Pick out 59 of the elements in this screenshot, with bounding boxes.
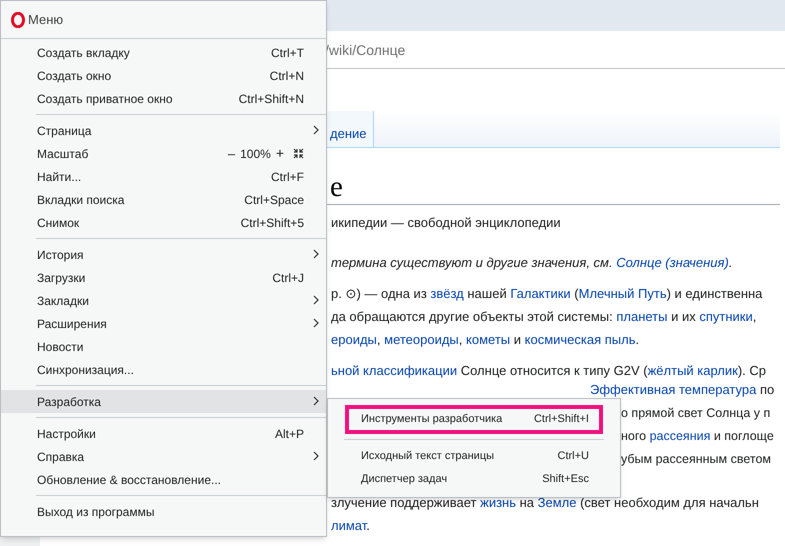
menu-item[interactable]: Разработка xyxy=(1,390,326,413)
article-link[interactable]: метеороиды xyxy=(384,332,459,347)
paragraph-line: лимат. xyxy=(331,517,371,535)
article-link[interactable]: планеты xyxy=(616,309,668,324)
paragraph-line: ного рассеяния и поглоще xyxy=(621,428,774,445)
article-tagline: икипедии — свободной энциклопедии xyxy=(331,214,562,232)
paragraph-line: ероиды, метеороиды, кометы и космическая пыль. xyxy=(331,331,640,349)
menu-item[interactable]: Закладки xyxy=(1,289,326,312)
article-link[interactable]: ьной классификации xyxy=(331,363,458,378)
menu-item[interactable]: Создать приватное окно Ctrl+Shift+N xyxy=(1,87,326,110)
menu-item-label: Масштаб xyxy=(37,146,90,162)
menu-item[interactable]: Расширения xyxy=(1,312,326,335)
article-link[interactable]: кометы xyxy=(466,332,510,347)
zoom-out-button[interactable]: – xyxy=(226,144,238,164)
article-link[interactable]: жизнь xyxy=(480,495,516,510)
menu-title: Меню xyxy=(28,10,64,29)
menu-item[interactable]: Настройки Alt+P xyxy=(1,422,326,445)
fullscreen-icon[interactable] xyxy=(293,148,304,159)
menu-item[interactable]: Снимок Ctrl+Shift+5 xyxy=(1,211,326,234)
paragraph-line: да обращаются другие объекты этой системы: планеты и их спутники, xyxy=(331,308,758,326)
paragraph-line: термина существуют и другие значения, см. Солнце (значения). xyxy=(331,254,734,272)
zoom-level: 100% xyxy=(239,146,272,162)
chevron-right-icon xyxy=(313,451,319,461)
menu-item[interactable]: История xyxy=(1,243,326,266)
article-link[interactable]: Млечный Путь xyxy=(578,286,667,301)
article-link[interactable]: Эффективная температура xyxy=(590,382,756,397)
submenu-item[interactable]: Исходный текст страницы Ctrl+U xyxy=(345,445,603,468)
chevron-right-icon xyxy=(313,249,319,259)
paragraph-line: р. ⊙) — одна из звёзд нашей Галактики (Млечный Путь) и единственна xyxy=(331,285,764,303)
chevron-right-icon xyxy=(313,318,319,328)
menu-item[interactable]: Новости xyxy=(1,335,326,358)
menu-item[interactable]: Страница xyxy=(1,119,326,142)
menu-item[interactable]: Выход из программы xyxy=(1,500,326,523)
article-link[interactable]: космическая пыль xyxy=(524,332,636,347)
opera-logo-icon xyxy=(11,12,25,28)
article-link[interactable]: Земле xyxy=(538,495,576,510)
article-link[interactable]: спутники xyxy=(699,309,753,324)
article-link[interactable]: лимат xyxy=(331,518,366,533)
menu-item[interactable]: Справка xyxy=(1,445,326,468)
submenu-item[interactable]: Инструменты разработчика Ctrl+Shift+I xyxy=(345,405,603,434)
article-link[interactable]: жёлтый карлик xyxy=(648,363,738,378)
paragraph-line: Эффективная температура по xyxy=(590,382,774,398)
article-link[interactable]: рассеяния xyxy=(650,429,710,443)
article-link[interactable]: Галактики xyxy=(510,286,571,301)
submenu-item[interactable]: Диспетчер задач Shift+Esc xyxy=(345,468,603,491)
menu-item[interactable]: Создать вкладку Ctrl+T xyxy=(1,41,326,64)
chevron-right-icon xyxy=(313,396,319,406)
chevron-right-icon xyxy=(313,125,319,135)
article-link[interactable]: звёзд xyxy=(430,286,464,301)
article-link[interactable]: ероиды xyxy=(331,332,377,347)
chevron-right-icon xyxy=(313,295,319,305)
menu-item[interactable]: Обновление & восстановление... xyxy=(1,468,326,491)
article-link[interactable]: Солнце (значения) xyxy=(616,255,729,270)
menu-item[interactable]: Загрузки Ctrl+J xyxy=(1,266,326,289)
paragraph-line: о прямой свет Солнца у п xyxy=(621,405,770,422)
paragraph-line: убым рассеянным светом xyxy=(621,451,771,468)
menu-item[interactable]: Синхронизация... xyxy=(1,358,326,381)
zoom-in-button[interactable]: + xyxy=(274,143,286,164)
paragraph-line: ьной классификации Солнце относится к типу G2V (жёлтый карлик). Ср xyxy=(331,362,767,380)
